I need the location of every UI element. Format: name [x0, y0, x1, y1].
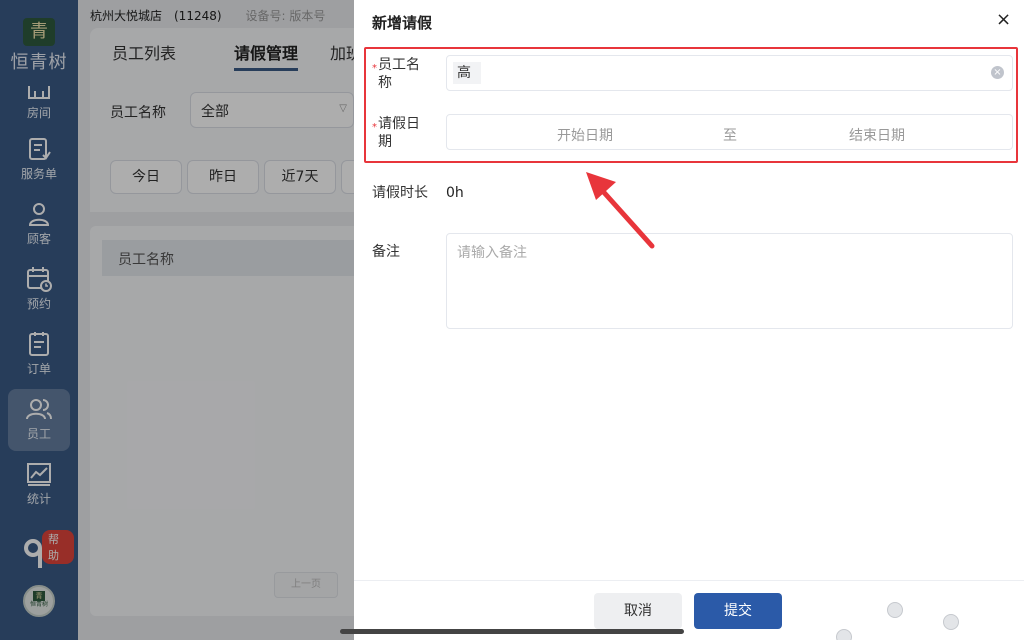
label-line: 期	[378, 134, 392, 150]
cancel-button[interactable]: 取消	[594, 593, 682, 629]
add-leave-drawer: 新增请假 × * 员工名 称 高 × * 请假日 期 开始日期 至 结束日期 请…	[354, 0, 1024, 640]
start-date-input[interactable]: 开始日期	[557, 125, 613, 145]
remark-textarea[interactable]: 请输入备注	[446, 233, 1013, 329]
label-line: 称	[378, 75, 392, 91]
modal-overlay[interactable]	[0, 0, 354, 640]
leave-date-label: 请假日 期	[378, 115, 430, 151]
employee-chip: 高	[453, 62, 481, 84]
label-line: 员工名	[378, 57, 420, 73]
employee-name-input[interactable]: 高 ×	[446, 55, 1013, 91]
submit-button[interactable]: 提交	[694, 593, 782, 629]
label-line: 请假日	[378, 116, 420, 132]
floating-dot	[943, 614, 959, 630]
home-indicator	[340, 629, 684, 634]
annotation-arrow	[586, 172, 655, 249]
close-icon[interactable]: ×	[996, 10, 1011, 30]
end-date-input[interactable]: 结束日期	[849, 125, 905, 145]
duration-value: 0h	[446, 185, 464, 201]
drawer-title: 新增请假	[372, 14, 433, 32]
floating-dot	[836, 629, 852, 640]
required-mark: *	[372, 122, 377, 133]
leave-date-range-picker[interactable]: 开始日期 至 结束日期	[446, 114, 1013, 150]
required-mark: *	[372, 63, 377, 74]
clear-icon[interactable]: ×	[991, 66, 1004, 79]
employee-name-label: 员工名 称	[378, 56, 430, 92]
range-separator: 至	[723, 128, 737, 144]
duration-label: 请假时长	[372, 185, 428, 201]
floating-dot	[887, 602, 903, 618]
remark-label: 备注	[372, 244, 400, 260]
